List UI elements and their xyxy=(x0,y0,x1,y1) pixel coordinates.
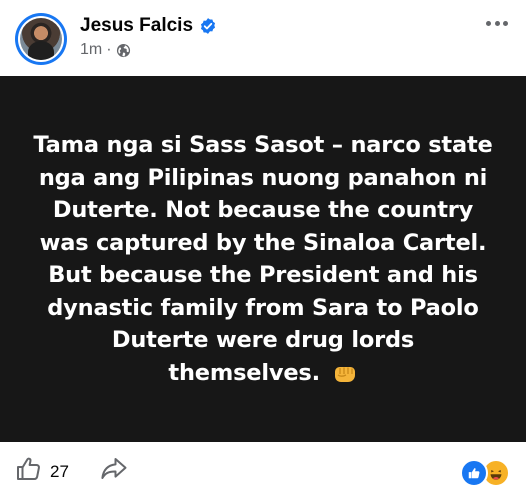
like-count: 27 xyxy=(50,461,69,481)
post-meta: 1m · xyxy=(80,40,131,60)
post-body: Tama nga si Sass Sasot – narco state nga… xyxy=(33,129,493,389)
author-row: Jesus Falcis xyxy=(80,13,217,39)
globe-icon[interactable] xyxy=(116,43,131,58)
post-timestamp[interactable]: 1m xyxy=(80,41,102,59)
oncoming-fist-emoji xyxy=(332,361,358,383)
reaction-summary[interactable] xyxy=(460,459,510,487)
author-name[interactable]: Jesus Falcis xyxy=(80,15,193,37)
more-options-icon[interactable] xyxy=(486,14,508,32)
share-arrow-icon xyxy=(100,458,128,486)
post-body-text: Tama nga si Sass Sasot – narco state nga… xyxy=(33,132,493,386)
post-actions: 27 xyxy=(0,442,526,500)
profile-photo xyxy=(20,18,62,60)
share-button[interactable] xyxy=(100,456,128,487)
post-header: Jesus Falcis 1m · xyxy=(0,0,526,76)
avatar[interactable] xyxy=(15,13,67,65)
verified-badge-icon xyxy=(199,17,217,35)
meta-separator: · xyxy=(106,41,112,58)
like-button[interactable]: 27 xyxy=(16,456,69,487)
post-text-background: Tama nga si Sass Sasot – narco state nga… xyxy=(0,76,526,442)
like-reaction-icon xyxy=(460,459,488,487)
thumbs-up-outline-icon xyxy=(16,456,42,487)
